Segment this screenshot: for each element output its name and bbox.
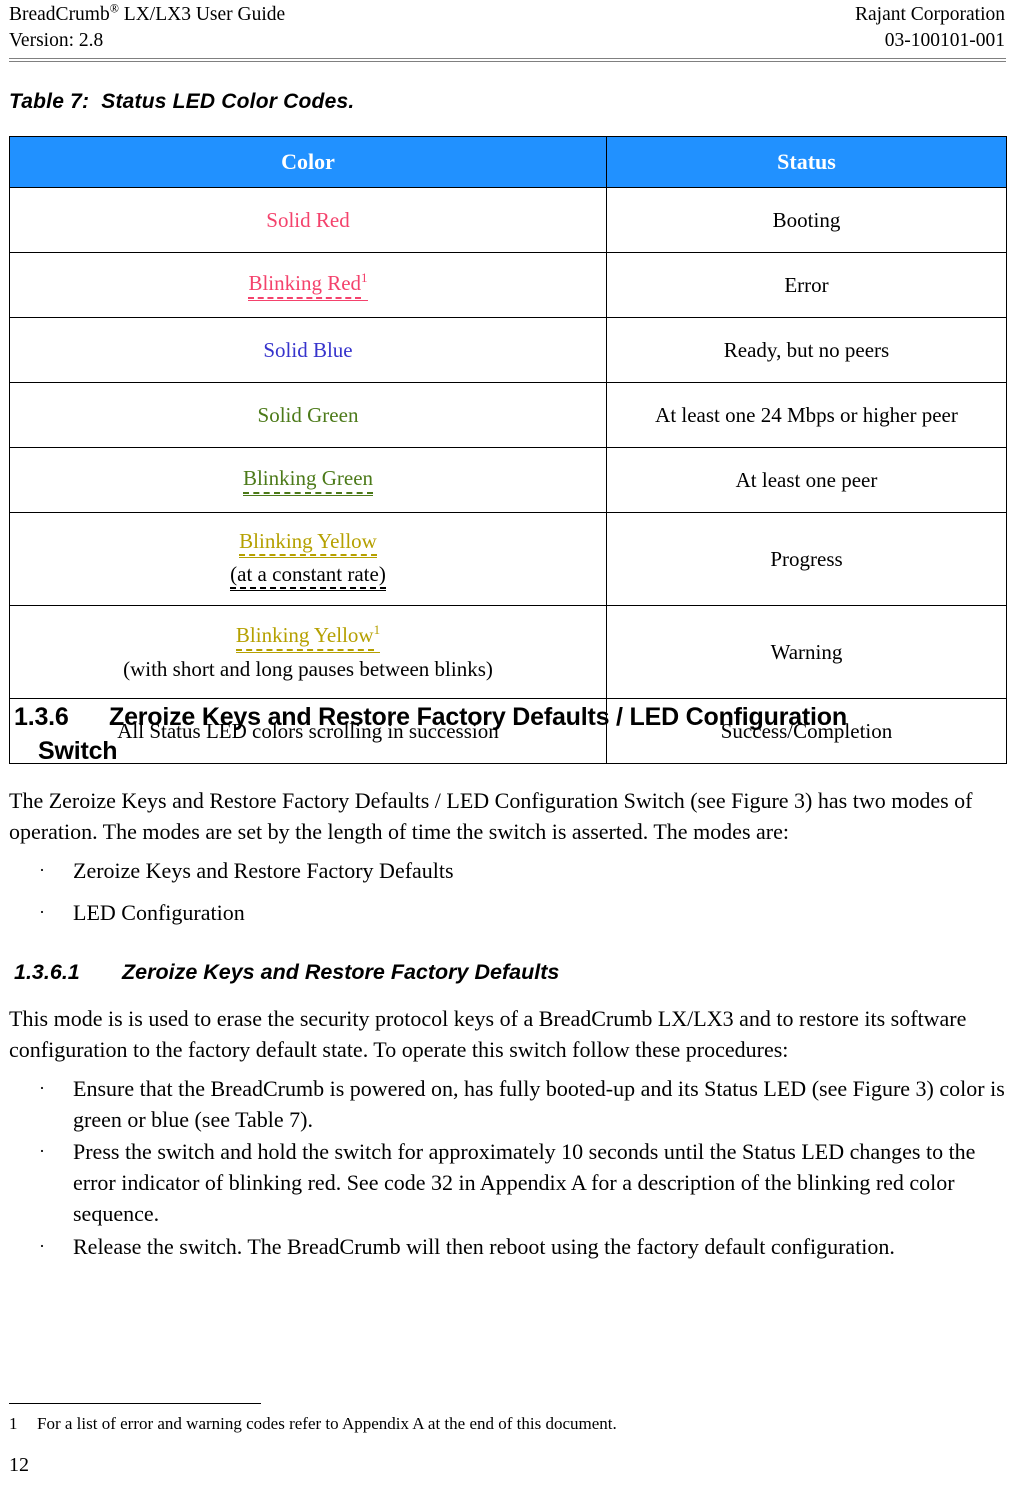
subsection-paragraph: This mode is is used to erase the securi…	[9, 1006, 967, 1062]
column-header-status: Status	[606, 136, 1007, 188]
section-title-line-2: Switch	[38, 737, 118, 765]
column-header-color: Color	[9, 136, 607, 188]
list-item-label: LED Configuration	[73, 900, 245, 925]
footnote-divider	[9, 1403, 261, 1404]
subsection-number: 1.3.6.1	[14, 960, 80, 984]
list-item-label: Ensure that the BreadCrumb is powered on…	[73, 1076, 1005, 1132]
section-paragraph: The Zeroize Keys and Restore Factory Def…	[9, 788, 973, 844]
cell-status: Booting	[606, 187, 1007, 253]
bullet-icon: ·	[39, 1078, 45, 1098]
list-item: · Press the switch and hold the switch f…	[39, 1136, 1006, 1229]
list-item: · Zeroize Keys and Restore Factory Defau…	[39, 855, 1006, 886]
color-label-wrapper: Blinking Yellow	[239, 530, 377, 558]
cell-status: At least one peer	[606, 447, 1007, 513]
document-version: Version: 2.8	[9, 30, 104, 51]
cell-color: Blinking Red1	[9, 252, 607, 318]
bullet-icon: ·	[39, 1141, 45, 1161]
color-label: Blinking Yellow	[239, 530, 377, 556]
company-name: Rajant Corporation	[854, 4, 1005, 25]
color-label: Blinking Red	[248, 272, 362, 299]
subsection-title: Zeroize Keys and Restore Factory Default…	[122, 960, 560, 984]
table-row: Blinking Red1 Error	[9, 252, 1007, 318]
cell-status: Ready, but no peers	[606, 317, 1007, 383]
color-note: (at a constant rate)	[230, 563, 386, 590]
table-row: Solid Green At least one 24 Mbps or high…	[9, 382, 1007, 448]
list-item: · LED Configuration	[39, 897, 1006, 928]
cell-status: Error	[606, 252, 1007, 318]
color-label: Blinking Green	[242, 467, 374, 494]
list-item-label: Press the switch and hold the switch for…	[73, 1139, 976, 1226]
list-item-label: Release the switch. The BreadCrumb will …	[73, 1234, 895, 1259]
cell-status: Progress	[606, 512, 1007, 606]
color-label: Blinking Yellow	[235, 624, 374, 651]
table-row: Blinking Yellow (at a constant rate) Pro…	[9, 512, 1007, 606]
bullet-icon: ·	[39, 902, 45, 922]
table-body: Solid Red Booting Blinking Red1 Error So…	[9, 187, 1007, 764]
section-number: 1.3.6	[14, 703, 69, 731]
cell-color: Blinking Yellow (at a constant rate)	[9, 512, 607, 606]
footnote-marker: 1	[373, 622, 381, 638]
page-number: 12	[9, 1454, 29, 1476]
table-caption: Table 7: Status LED Color Codes.	[9, 90, 355, 113]
color-label-wrapper: Blinking Yellow1	[235, 622, 381, 653]
header-line-1: BreadCrumb® LX/LX3 User Guide Rajant Cor…	[9, 2, 1005, 28]
footnote-text: For a list of error and warning codes re…	[37, 1414, 617, 1433]
list-item: · Ensure that the BreadCrumb is powered …	[39, 1073, 1006, 1135]
cell-color: Solid Blue	[9, 317, 607, 383]
cell-color: Solid Green	[9, 382, 607, 448]
color-note: (with short and long pauses between blin…	[123, 656, 493, 681]
table-row: Solid Red Booting	[9, 187, 1007, 253]
color-label: Solid Red	[266, 208, 350, 232]
subsection-heading-1-3-6-1: 1.3.6.1 Zeroize Keys and Restore Factory …	[14, 958, 1006, 987]
table-header-row: Color Status	[9, 136, 1007, 188]
cell-status: At least one 24 Mbps or higher peer	[606, 382, 1007, 448]
table-row: Solid Blue Ready, but no peers	[9, 317, 1007, 383]
registered-mark-icon: ®	[109, 1, 119, 16]
footnote-marker: 1	[361, 270, 368, 286]
table-row: Blinking Green At least one peer	[9, 447, 1007, 513]
color-label-wrapper: Blinking Green	[242, 467, 374, 496]
section-title-line-1: Zeroize Keys and Restore Factory Default…	[109, 703, 847, 731]
header-line-2: Version: 2.8 03-100101-001	[9, 28, 1005, 54]
header-divider	[9, 58, 1006, 62]
bullet-icon: ·	[39, 1236, 45, 1256]
color-label-wrapper: Blinking Red1	[248, 270, 368, 301]
list-item: · Release the switch. The BreadCrumb wil…	[39, 1231, 1006, 1262]
cell-color: Blinking Green	[9, 447, 607, 513]
color-note-underline: (at a constant rate)	[230, 563, 386, 592]
list-item-label: Zeroize Keys and Restore Factory Default…	[73, 858, 454, 883]
color-label: Solid Green	[257, 403, 359, 427]
section-heading-1-3-6: 1.3.6 Zeroize Keys and Restore Factory De…	[14, 700, 1006, 768]
cell-color: Solid Red	[9, 187, 607, 253]
footnote-number: 1	[9, 1414, 18, 1433]
cell-status: Warning	[606, 605, 1007, 699]
bullet-icon: ·	[39, 860, 45, 880]
cell-color: Blinking Yellow1 (with short and long pa…	[9, 605, 607, 699]
document-number: 03-100101-001	[884, 30, 1005, 51]
table-row: Blinking Yellow1 (with short and long pa…	[9, 605, 1007, 699]
page-running-header: BreadCrumb® LX/LX3 User Guide Rajant Cor…	[9, 2, 1005, 54]
footnote: 1 For a list of error and warning codes …	[9, 1412, 909, 1436]
color-note-wrapper: (at a constant rate)	[14, 560, 602, 592]
status-led-color-codes-table: Color Status Solid Red Booting Blinking …	[9, 136, 1007, 764]
document-title: BreadCrumb® LX/LX3 User Guide	[9, 1, 286, 25]
color-label: Solid Blue	[263, 338, 353, 362]
